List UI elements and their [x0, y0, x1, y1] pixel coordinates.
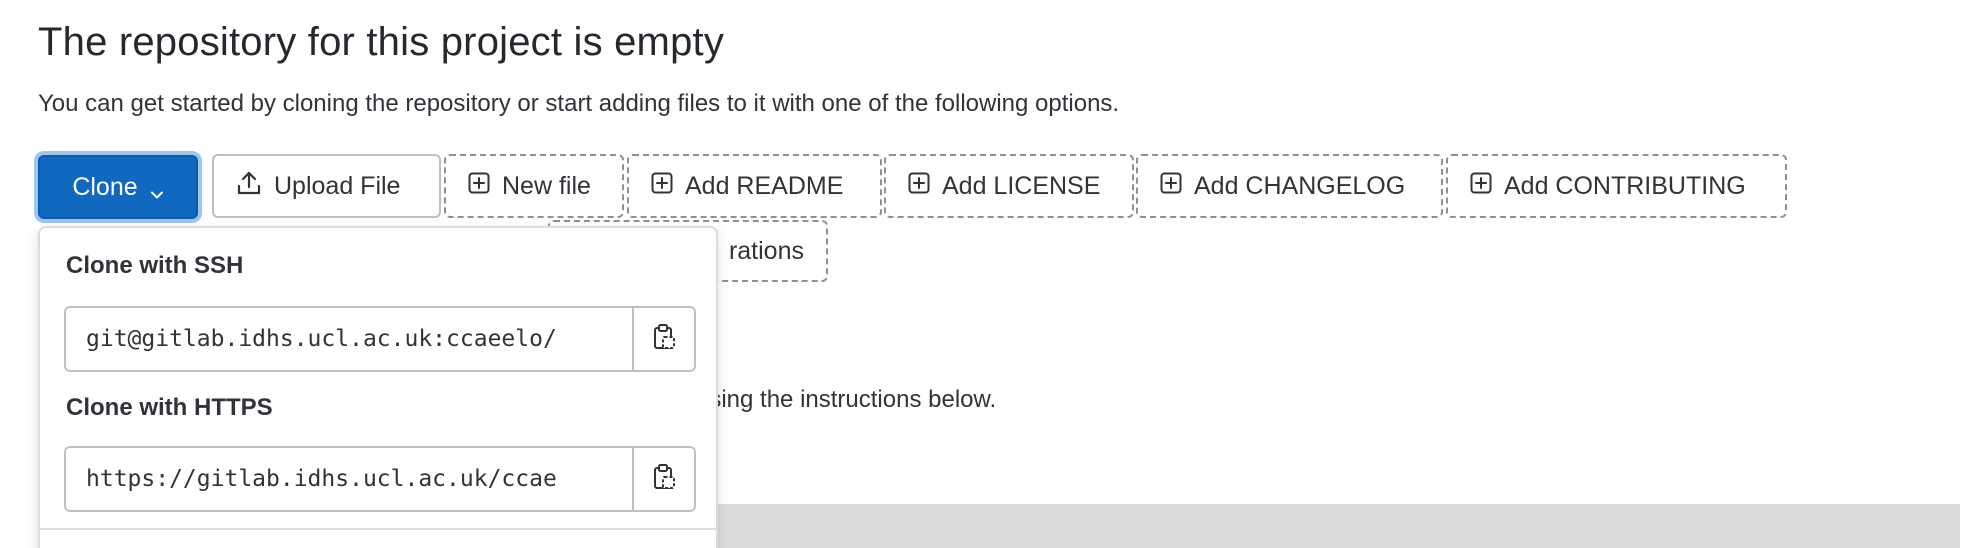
upload-file-button[interactable]: Upload File: [212, 154, 441, 218]
code-block: [700, 504, 1960, 548]
clone-button[interactable]: Clone: [38, 155, 198, 219]
page-subtitle: You can get started by cloning the repos…: [38, 90, 1120, 117]
clone-https-label: Clone with HTTPS: [66, 394, 273, 421]
add-changelog-button[interactable]: Add CHANGELOG: [1136, 154, 1443, 218]
add-license-label: Add LICENSE: [942, 171, 1101, 200]
upload-icon: [236, 170, 262, 203]
new-file-label: New file: [502, 171, 591, 200]
upload-file-label: Upload File: [274, 171, 401, 200]
copy-ssh-button[interactable]: [632, 308, 694, 370]
clone-button-label: Clone: [72, 172, 138, 201]
plus-square-icon: [1470, 172, 1492, 201]
clone-ssh-label: Clone with SSH: [66, 252, 244, 279]
clone-https-group: [64, 446, 696, 512]
instructions-text: using the instructions below.: [696, 386, 997, 413]
clone-dropdown: Clone with SSH Clone with HTTPS: [38, 226, 718, 548]
plus-square-icon: [908, 172, 930, 201]
add-changelog-label: Add CHANGELOG: [1194, 171, 1406, 200]
chevron-down-icon: [150, 180, 164, 199]
plus-square-icon: [1160, 172, 1182, 201]
add-readme-label: Add README: [685, 171, 844, 200]
page-title: The repository for this project is empty: [38, 20, 725, 64]
new-file-button[interactable]: New file: [444, 154, 624, 218]
plus-square-icon: [468, 172, 490, 201]
clone-https-input[interactable]: [66, 448, 632, 510]
clipboard-icon: [652, 463, 676, 496]
empty-repository-page: The repository for this project is empty…: [0, 0, 1984, 548]
plus-square-icon: [651, 172, 673, 201]
dropdown-divider: [40, 528, 716, 530]
clipboard-icon: [652, 323, 676, 356]
add-license-button[interactable]: Add LICENSE: [884, 154, 1134, 218]
add-contributing-label: Add CONTRIBUTING: [1504, 171, 1746, 200]
clone-ssh-group: [64, 306, 696, 372]
integrations-button-label: rations: [728, 236, 804, 265]
add-readme-button[interactable]: Add README: [627, 154, 882, 218]
add-contributing-button[interactable]: Add CONTRIBUTING: [1446, 154, 1787, 218]
copy-https-button[interactable]: [632, 448, 694, 510]
clone-ssh-input[interactable]: [66, 308, 632, 370]
